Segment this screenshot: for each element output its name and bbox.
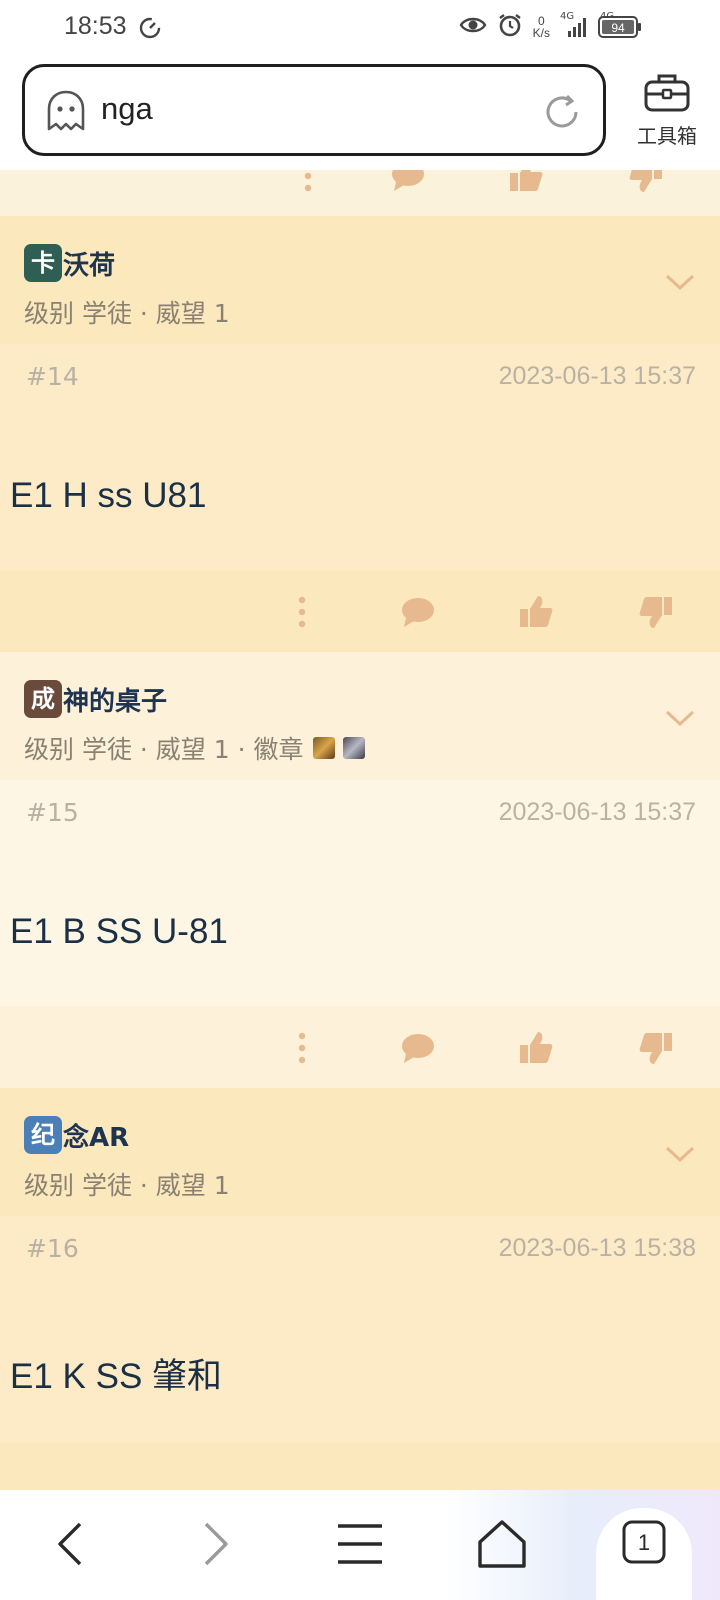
post-body: #15 2023-06-13 15:37 E1 B SS U-81 [0,780,720,1006]
badge-icon[interactable] [343,737,366,759]
thumbs-up-icon[interactable] [516,592,556,632]
address-bar[interactable]: nga [22,64,606,156]
post-header: 成 神的桌子 级别 学徒 · 威望 1 · 徽章 [0,652,720,780]
net-speed: 0 K/s [533,15,550,39]
status-bar: 18:53 0 K/s 4G 4G 94 [0,0,720,56]
thumbs-down-icon[interactable] [636,1028,676,1068]
user-meta: 级别 学徒 · 威望 1 [24,1166,230,1202]
user-line[interactable]: 纪 念AR [24,1116,129,1154]
chevron-down-icon[interactable] [664,708,696,732]
thread-content[interactable]: 卡 沃荷 级别 学徒 · 威望 1 #14 2023-06-13 15:37 E… [0,170,720,1490]
action-row [0,570,720,652]
signal-icon-1: 4G [560,11,590,39]
tab-count: 1 [638,1530,650,1555]
avatar[interactable]: 成 [24,680,62,718]
eye-icon [459,14,487,40]
user-meta-text: 级别 学徒 · 威望 1 [24,1171,230,1200]
user-line[interactable]: 卡 沃荷 [24,244,115,282]
comment-icon[interactable] [398,592,438,632]
alarm-icon [497,12,523,42]
chevron-down-icon[interactable] [664,1144,696,1168]
floor-number[interactable]: #16 [26,1234,79,1263]
floor-number[interactable]: #15 [26,798,79,827]
more-icon[interactable] [288,170,328,196]
battery-icon: 94 [598,16,642,42]
post-text: E1 K SS 肇和 [10,1357,223,1396]
username[interactable]: 念AR [63,1117,129,1154]
status-time: 18:53 [64,12,127,40]
post-card: 成 神的桌子 级别 学徒 · 威望 1 · 徽章 #15 2023-06-13 … [0,652,720,1088]
toolbox-icon [643,74,691,118]
more-icon[interactable] [282,592,322,632]
reload-icon[interactable] [543,93,581,135]
post-text: E1 B SS U-81 [10,912,228,951]
tabs-button[interactable]: 1 [596,1508,692,1600]
post-body: #14 2023-06-13 15:37 E1 H ss U81 [0,344,720,570]
ghost-icon [45,89,87,137]
user-meta-text: 级别 学徒 · 威望 1 · 徽章 [24,735,304,764]
bottom-nav: 1 [0,1490,720,1600]
user-meta-text: 级别 学徒 · 威望 1 [24,299,230,328]
thumbs-down-icon[interactable] [626,170,666,196]
username[interactable]: 沃荷 [63,245,115,282]
post-card: 卡 沃荷 级别 学徒 · 威望 1 #14 2023-06-13 15:37 E… [0,216,720,652]
toolbox-button[interactable]: 工具箱 [622,70,712,158]
signal-label-1: 4G [560,11,575,22]
menu-button[interactable] [330,1514,390,1574]
avatar[interactable]: 卡 [24,244,62,282]
avatar[interactable]: 纪 [24,1116,62,1154]
user-line[interactable]: 成 神的桌子 [24,680,167,718]
thumbs-up-icon[interactable] [506,170,546,196]
url-text[interactable]: nga [101,91,153,127]
toolbox-label: 工具箱 [637,124,697,148]
action-row [0,1442,720,1490]
battery-level: 94 [611,21,625,35]
post-time: 2023-06-13 15:37 [498,798,696,826]
badge-icon[interactable] [313,737,336,759]
post-time: 2023-06-13 15:38 [498,1234,696,1262]
username[interactable]: 神的桌子 [63,681,167,718]
net-speed-unit: K/s [532,26,550,40]
thumbs-up-icon[interactable] [516,1028,556,1068]
speedometer-icon [138,16,162,44]
action-row [0,1006,720,1088]
previous-post-action-row [0,170,720,216]
home-button[interactable] [472,1514,532,1574]
post-header: 纪 念AR 级别 学徒 · 威望 1 [0,1088,720,1216]
post-card: 纪 念AR 级别 学徒 · 威望 1 #16 2023-06-13 15:38 … [0,1088,720,1490]
thumbs-down-icon[interactable] [636,592,676,632]
post-text: E1 H ss U81 [10,476,207,515]
more-icon[interactable] [282,1028,322,1068]
comment-icon[interactable] [398,1028,438,1068]
user-meta: 级别 学徒 · 威望 1 · 徽章 [24,730,366,766]
floor-number[interactable]: #14 [26,362,79,391]
comment-icon[interactable] [388,170,428,196]
forward-button[interactable] [184,1514,244,1574]
chevron-down-icon[interactable] [664,272,696,296]
post-header: 卡 沃荷 级别 学徒 · 威望 1 [0,216,720,344]
user-meta: 级别 学徒 · 威望 1 [24,294,230,330]
post-time: 2023-06-13 15:37 [498,362,696,390]
post-body: #16 2023-06-13 15:38 E1 K SS 肇和 [0,1216,720,1442]
tabs-icon: 1 [622,1520,666,1564]
back-button[interactable] [42,1514,102,1574]
